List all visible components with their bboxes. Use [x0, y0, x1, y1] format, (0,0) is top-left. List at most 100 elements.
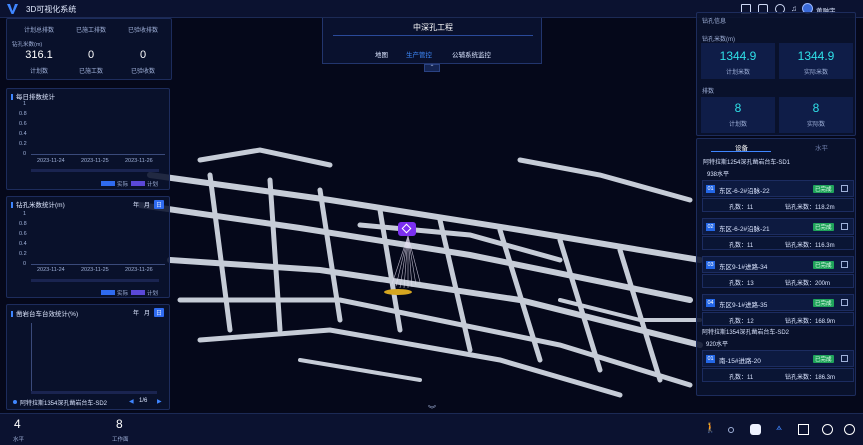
work-face-item[interactable]: 01 南-15#进路-20 已完成	[702, 350, 854, 367]
y-tick: 0.2	[19, 251, 27, 257]
period-day-button[interactable]: 日	[154, 200, 165, 209]
copy-icon[interactable]	[841, 355, 848, 362]
legend-plan-swatch	[131, 181, 145, 186]
period-year-button[interactable]: 年	[131, 308, 141, 317]
actual-meters-value: 1344.9	[797, 49, 835, 63]
chart-scrollbar[interactable]	[31, 279, 159, 282]
work-face-item[interactable]: 02 东区-6-2#沿脉-21 已完成	[702, 218, 854, 235]
header-collapse-button[interactable]: ⌃	[424, 64, 440, 72]
map-location-marker[interactable]	[398, 222, 416, 236]
work-face-details: 孔数：11 钻孔米数：186.3m	[702, 368, 854, 382]
drill-meters: 钻孔米数：116.3m	[785, 243, 835, 249]
hole-count: 孔数：12	[729, 319, 754, 325]
y-tick: 0.6	[19, 231, 27, 237]
project-title: 中深孔工程	[413, 23, 453, 32]
prev-page-icon[interactable]: ◀	[129, 398, 134, 405]
group2-level-name[interactable]: 920水平	[706, 339, 728, 348]
drill-meters: 钻孔米数：118.2m	[785, 205, 835, 211]
efficiency-scrollbar[interactable]	[31, 391, 157, 394]
app-title: 3D可视化系统	[26, 5, 77, 14]
hole-count: 孔数：11	[729, 205, 754, 211]
plan-total-rows-label: 计划总排数	[23, 28, 54, 34]
copy-icon[interactable]	[841, 299, 848, 306]
y-tick: 0	[23, 151, 27, 157]
item-name: 东区-6-2#沿脉-21	[719, 226, 770, 233]
fullscreen-icon[interactable]	[798, 424, 809, 435]
y-tick: 0.6	[19, 121, 27, 127]
plan-count-label: 计划数	[29, 69, 48, 75]
work-face-details: 孔数：11 钻孔米数：116.3m	[702, 236, 854, 250]
legend-actual: 实际	[117, 182, 129, 188]
accepted-count-label: 已验收数	[130, 69, 155, 75]
faces-count: 8	[116, 417, 123, 431]
accepted-value: 0	[139, 49, 147, 61]
walk-icon[interactable]: 🚶	[704, 423, 716, 434]
period-month-button[interactable]: 月	[142, 308, 152, 317]
chart-scrollbar[interactable]	[31, 169, 159, 172]
efficiency-title: 凿岩台车台效统计(%)	[11, 308, 78, 318]
daily-rows-panel: 每日排数统计 1 0.8 0.6 0.4 0.2 0 2023-11-24 20…	[6, 88, 170, 190]
y-tick: 0.8	[19, 111, 27, 117]
y-tick: 1	[23, 101, 27, 107]
copy-icon[interactable]	[841, 261, 848, 268]
built-value: 0	[87, 49, 95, 61]
work-face-details: 孔数：12 钻孔米数：168.9m	[702, 312, 854, 326]
item-number: 01	[706, 185, 715, 193]
x-tick: 2023-11-25	[81, 267, 109, 273]
work-face-details: 孔数：11 钻孔米数：118.2m	[702, 198, 854, 212]
x-tick: 2023-11-24	[37, 267, 65, 273]
group2-device-name[interactable]: 阿特拉斯1354深孔凿岩台车-SD2	[702, 327, 789, 336]
status-badge: 已完成	[813, 299, 834, 307]
legend-actual: 实际	[117, 291, 129, 297]
period-day-button[interactable]: 日	[154, 308, 165, 317]
y-tick: 0.8	[19, 221, 27, 227]
group-level-name[interactable]: 938水平	[707, 169, 729, 178]
x-tick: 2023-11-26	[125, 158, 153, 164]
settings-hex-icon[interactable]	[750, 424, 761, 435]
device-name: 阿特拉斯1354深孔凿岩台车-SD2	[20, 401, 108, 407]
period-month-button[interactable]: 月	[142, 200, 152, 209]
copy-icon[interactable]	[841, 223, 848, 230]
x-tick: 2023-11-25	[81, 158, 109, 164]
item-name: 东区9-1#进路-34	[719, 264, 768, 271]
work-face-item[interactable]: 04 东区9-1#进路-35 已完成	[702, 294, 854, 311]
x-tick: 2023-11-26	[125, 267, 153, 273]
y-tick: 0.2	[19, 141, 27, 147]
work-face-item[interactable]: 03 东区9-1#进路-34 已完成	[702, 256, 854, 273]
tab-utility-monitoring[interactable]: 公辅系统监控	[452, 49, 491, 59]
drill-info-panel: 钻孔信息 钻孔米数(m) 1344.9 1344.9 计划米数 实际米数 排数 …	[696, 12, 856, 136]
y-tick: 0	[23, 261, 27, 267]
target-icon[interactable]	[822, 424, 833, 435]
tab-map[interactable]: 地图	[375, 49, 388, 59]
copy-icon[interactable]	[841, 185, 848, 192]
group-device-name[interactable]: 阿特拉斯1254深孔凿岩台车-SD1	[703, 157, 790, 166]
dot-icon[interactable]	[728, 427, 734, 433]
logo-icon	[7, 4, 18, 14]
tab-level[interactable]: 水平	[815, 142, 828, 152]
legend-plan: 计划	[147, 182, 159, 188]
hole-count: 孔数：13	[729, 281, 754, 287]
expand-down-icon[interactable]: ︾	[428, 404, 436, 415]
compass-icon[interactable]: ⟑	[776, 422, 782, 433]
drill-meters: 钻孔米数：186.3m	[785, 375, 836, 381]
project-title-bar	[333, 35, 533, 36]
legend-plan-swatch	[131, 290, 145, 295]
status-badge: 已完成	[813, 355, 834, 363]
status-badge: 已完成	[813, 223, 834, 231]
y-tick: 0.4	[19, 131, 27, 137]
x-axis	[31, 264, 165, 265]
efficiency-panel: 凿岩台车台效统计(%) 年 月 日 阿特拉斯1354深孔凿岩台车-SD2 ◀ 1…	[6, 304, 170, 410]
item-number: 01	[706, 355, 715, 363]
plan-rows-label: 计划数	[728, 122, 747, 128]
levels-label: 水平	[13, 437, 25, 443]
work-face-item[interactable]: 01 东区-6-2#沿脉-22 已完成	[702, 180, 854, 197]
next-page-icon[interactable]: ▶	[157, 398, 162, 405]
period-year-button[interactable]: 年	[131, 200, 141, 209]
hole-count: 孔数：11	[729, 243, 754, 249]
x-axis	[31, 154, 165, 155]
globe-icon[interactable]	[844, 424, 855, 435]
item-name: 东区9-1#进路-35	[719, 302, 768, 309]
work-face-details: 孔数：13 钻孔米数：200m	[702, 274, 854, 288]
rows-sub: 排数	[702, 89, 715, 95]
tab-production-control[interactable]: 生产管控	[406, 49, 432, 59]
